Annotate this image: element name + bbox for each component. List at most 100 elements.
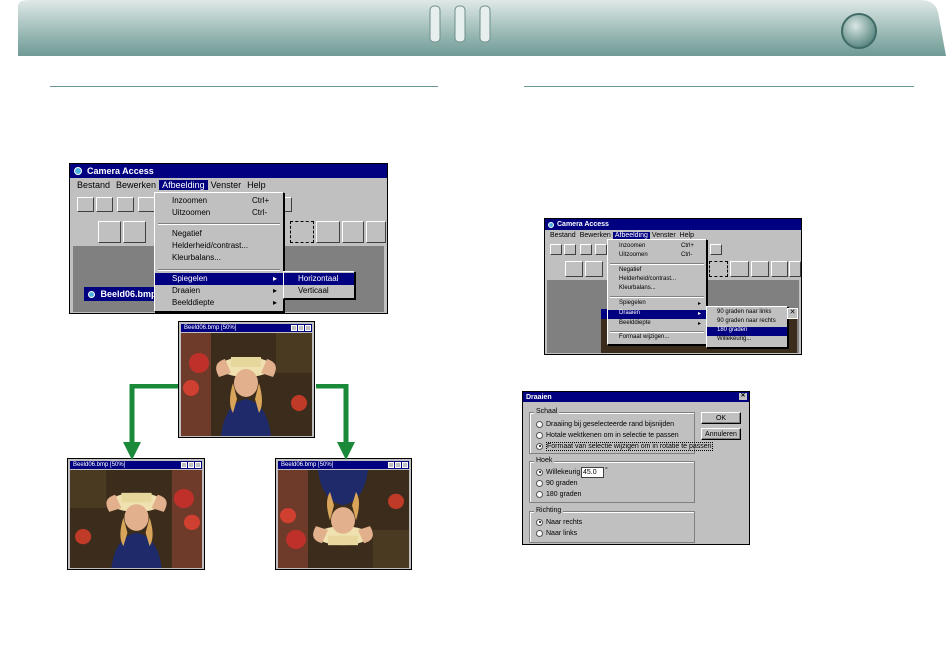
menu-venster[interactable]: Venster	[208, 180, 245, 190]
photo-window-title: Beeld06.bmp [50%]	[278, 461, 409, 469]
tool-lasso[interactable]	[730, 261, 749, 277]
window-controls[interactable]	[181, 462, 201, 468]
tool-eraser[interactable]	[342, 221, 364, 243]
group-label: Hoek	[534, 457, 555, 465]
menu-item-180[interactable]: 180 graden	[707, 327, 787, 336]
cancel-button[interactable]: Annuleren	[701, 428, 741, 440]
tool-dot[interactable]	[123, 221, 146, 243]
angle-input[interactable]: 45.0	[581, 467, 604, 478]
option-90[interactable]: 90 graden	[536, 479, 578, 488]
print-button[interactable]	[580, 244, 592, 255]
menu-bestand[interactable]: Bestand	[74, 180, 113, 190]
ok-button[interactable]: OK	[701, 412, 741, 424]
menu-bewerken[interactable]: Bewerken	[113, 180, 159, 190]
menu-item-90-links[interactable]: 90 graden naar links	[707, 309, 787, 318]
tool-lasso[interactable]	[316, 221, 340, 243]
option-verkleinen[interactable]: Hotale wektkenen om in selectie te passe…	[536, 431, 679, 440]
menu-venster[interactable]: Venster	[650, 232, 678, 239]
menu-afbeelding[interactable]: Afbeelding	[612, 231, 650, 239]
print-button[interactable]	[117, 197, 134, 212]
group-richting: Richting Naar rechts Naar links	[529, 507, 695, 543]
camera-access-window-rotate: Camera Access Bestand Bewerken Afbeeldin…	[544, 218, 802, 355]
menu-item-spiegelen[interactable]: Spiegelen ▸	[608, 300, 706, 309]
camera-button[interactable]	[595, 244, 607, 255]
photo-woman-hat-flipped	[278, 470, 409, 568]
window-controls[interactable]	[388, 462, 408, 468]
close-icon[interactable]: ✕	[739, 393, 747, 400]
tool-rect-select[interactable]	[290, 221, 314, 243]
menu-item-draaien[interactable]: Draaien ▸	[608, 310, 706, 319]
menu-item-verticaal[interactable]: Verticaal	[284, 286, 354, 297]
window-titlebar: Camera Access	[545, 219, 801, 230]
menu-help[interactable]: Help	[244, 180, 269, 190]
radio-icon	[536, 490, 543, 498]
toolbar-button[interactable]	[710, 244, 722, 255]
camera-access-window-mirror: Camera Access Bestand Bewerken Afbeeldin…	[69, 163, 388, 314]
tool-blank[interactable]	[98, 221, 121, 243]
tool-pencil[interactable]	[366, 221, 386, 243]
group-schaal: Schaal Draaiing bij geselecteerde rand b…	[529, 408, 713, 454]
menu-item-kleurbalans[interactable]: Kleurbalans...	[155, 253, 283, 264]
menu-bestand[interactable]: Bestand	[548, 232, 578, 239]
draaien-dialog: Draaien ✕ Schaal Draaiing bij geselectee…	[522, 391, 750, 545]
radio-icon	[536, 442, 543, 450]
tool-brush[interactable]	[789, 261, 801, 277]
tool-eraser[interactable]	[751, 261, 769, 277]
menu-item-90-rechts[interactable]: 90 graden naar rechts	[707, 318, 787, 327]
radio-icon	[536, 420, 543, 428]
angle-unit: °	[605, 467, 608, 474]
photo-woman-hat-mirrored	[70, 470, 202, 568]
radio-icon	[536, 479, 543, 487]
arrow-to-mirrored	[123, 384, 178, 460]
option-naar-rechts[interactable]: Naar rechts	[536, 518, 582, 527]
menu-item-willekeurig[interactable]: Willekeurig...	[707, 336, 787, 345]
menu-item-inzoomen[interactable]: Inzoomen Ctrl+	[155, 196, 283, 207]
dialog-titlebar: Draaien ✕	[523, 392, 749, 402]
menu-item-draaien[interactable]: Draaien ▸	[155, 286, 283, 297]
save-button[interactable]	[96, 197, 113, 212]
open-button[interactable]	[77, 197, 94, 212]
group-label: Richting	[534, 507, 564, 515]
tool-blank[interactable]	[565, 261, 583, 277]
tool-dot[interactable]	[585, 261, 603, 277]
menu-item-formaat[interactable]: Formaat wijzigen...	[608, 334, 706, 343]
menu-item-helderheid[interactable]: Helderheid/contrast...	[608, 276, 706, 285]
option-formaat[interactable]: Formaat van selectie wijzigen om in rota…	[536, 442, 713, 451]
menu-item-beelddiepte[interactable]: Beelddiepte ▸	[608, 320, 706, 329]
menu-afbeelding[interactable]: Afbeelding	[159, 180, 208, 190]
option-willekeurig[interactable]: Willekeurig	[536, 468, 580, 477]
menu-item-uitzoomen[interactable]: Uitzoomen Ctrl-	[608, 252, 706, 261]
option-180[interactable]: 180 graden	[536, 490, 581, 499]
draaien-submenu: 90 graden naar links 90 graden naar rech…	[706, 306, 788, 348]
tool-pencil[interactable]	[771, 261, 788, 277]
menu-item-inzoomen[interactable]: Inzoomen Ctrl+	[608, 243, 706, 252]
close-icon[interactable]: ✕	[787, 308, 798, 319]
submenu-arrow-icon: ▸	[698, 311, 702, 317]
camera-button[interactable]	[138, 197, 155, 212]
menu-bewerken[interactable]: Bewerken	[578, 232, 613, 239]
menu-item-horizontaal[interactable]: Horizontaal	[284, 273, 354, 285]
radio-icon	[536, 529, 543, 537]
spiegelen-submenu: Horizontaal Verticaal	[283, 271, 355, 299]
menu-item-negatief[interactable]: Negatief	[155, 229, 283, 240]
menu-item-negatief[interactable]: Negatief	[608, 267, 706, 276]
open-button[interactable]	[550, 244, 562, 255]
menu-bar: Bestand Bewerken Afbeelding Venster Help	[70, 178, 387, 192]
menu-item-helderheid[interactable]: Helderheid/contrast...	[155, 241, 283, 252]
menu-help[interactable]: Help	[678, 232, 696, 239]
window-controls[interactable]	[291, 325, 311, 331]
menu-item-beelddiepte[interactable]: Beelddiepte ▸	[155, 298, 283, 309]
save-button[interactable]	[564, 244, 576, 255]
child-icon	[88, 291, 95, 299]
option-naar-links[interactable]: Naar links	[536, 529, 577, 538]
afbeelding-menu: Inzoomen Ctrl+ Uitzoomen Ctrl- Negatief He…	[154, 192, 284, 312]
menu-item-uitzoomen[interactable]: Uitzoomen Ctrl-	[155, 208, 283, 219]
afbeelding-menu: Inzoomen Ctrl+ Uitzoomen Ctrl- Negatief He…	[607, 239, 707, 345]
menu-item-kleurbalans[interactable]: Kleurbalans...	[608, 285, 706, 294]
menu-item-spiegelen[interactable]: Spiegelen ▸	[155, 273, 283, 285]
option-bijsnijden[interactable]: Draaiing bij geselecteerde rand bijsnijd…	[536, 420, 674, 429]
photo-window-original: Beeld06.bmp [50%]	[178, 321, 315, 438]
header-banner	[18, 0, 946, 56]
photo-window-mirrored: Beeld06.bmp [50%]	[67, 458, 205, 570]
tool-rect-select[interactable]	[709, 261, 728, 277]
